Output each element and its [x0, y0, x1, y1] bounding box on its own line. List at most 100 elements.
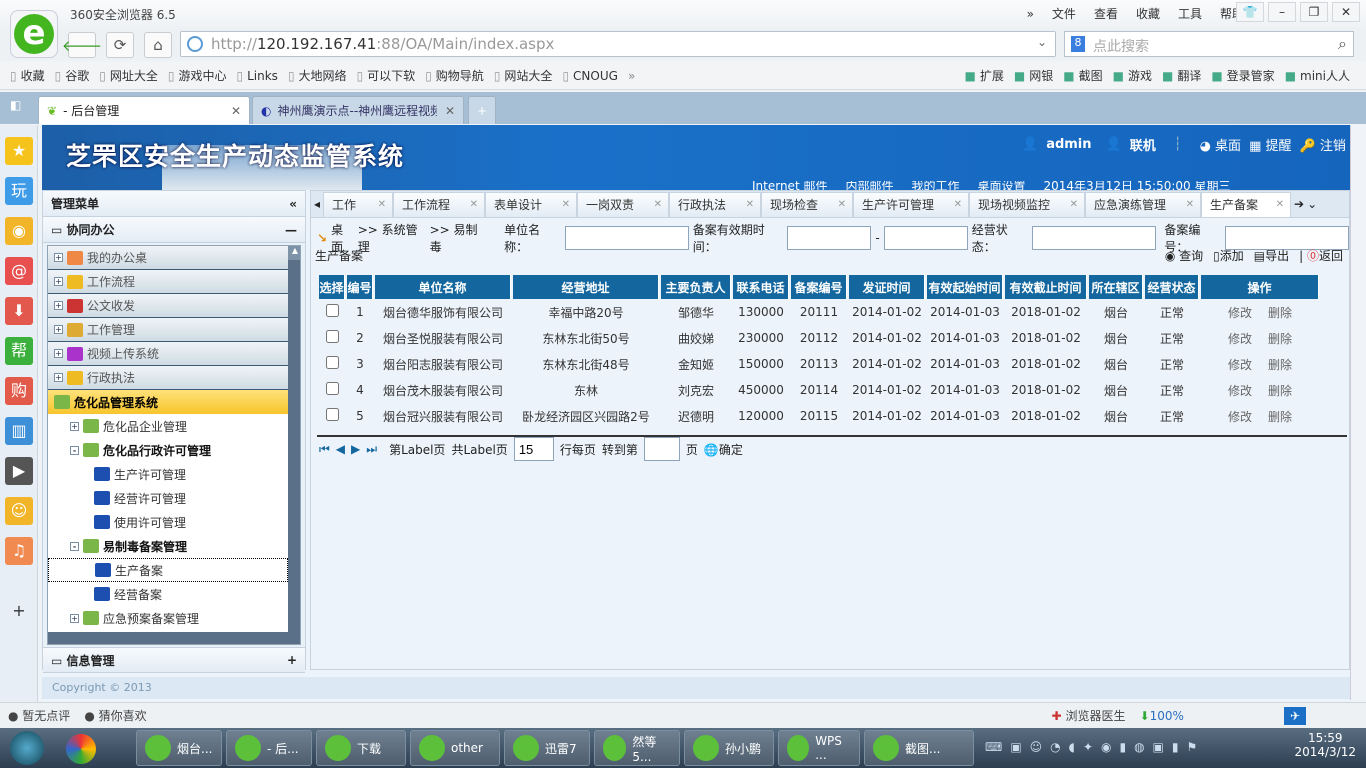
row-checkbox[interactable]: [325, 408, 339, 421]
unit-name-input[interactable]: [564, 226, 689, 250]
book-icon[interactable]: ▥: [5, 417, 33, 445]
expand-icon[interactable]: +: [54, 277, 63, 286]
plus-icon[interactable]: +: [287, 653, 297, 667]
row-checkbox[interactable]: [325, 330, 339, 343]
confirm-button[interactable]: 🌐确定: [704, 441, 743, 458]
tree-item[interactable]: 生产备案: [48, 558, 288, 582]
delete-link[interactable]: 删除: [1268, 358, 1292, 372]
mail-icon[interactable]: @: [5, 257, 33, 285]
page-size-input[interactable]: [513, 437, 554, 461]
menu-item[interactable]: + 工作流程: [48, 270, 288, 294]
close-tab-icon[interactable]: ✕: [445, 104, 455, 118]
quick-link[interactable]: 内部邮件: [845, 181, 893, 190]
extension-item[interactable]: ■ 游戏: [1113, 67, 1152, 84]
expand-icon[interactable]: +: [54, 349, 63, 358]
bookmark-item[interactable]: ▯ 谷歌: [55, 67, 90, 84]
page-tab[interactable]: 行政执法 ✕: [669, 191, 762, 218]
bookmark-item[interactable]: ▯ 购物导航: [425, 67, 484, 84]
page-tab[interactable]: 应急演练管理 ✕: [1085, 191, 1202, 218]
taskbar-item[interactable]: - 后...: [226, 730, 312, 766]
expand-icon[interactable]: -: [70, 445, 79, 455]
back-button[interactable]: 🡐: [62, 32, 102, 58]
menu-item[interactable]: + 工作管理: [48, 318, 288, 342]
menu-group-collab[interactable]: ▭ 协同办公 —: [43, 217, 305, 243]
play-icon[interactable]: 玩: [5, 177, 33, 205]
row-checkbox[interactable]: [325, 304, 339, 317]
close-tab-icon[interactable]: ✕: [746, 199, 754, 210]
tree-item[interactable]: 使用许可管理: [48, 510, 288, 534]
collapse-icon[interactable]: «: [289, 197, 297, 211]
add-button[interactable]: ▯添加: [1213, 247, 1244, 264]
menu-item[interactable]: + 我的办公桌: [48, 246, 288, 270]
zoom-level[interactable]: 100%: [1150, 709, 1184, 723]
page-tab[interactable]: 现场视频监控 ✕: [969, 191, 1086, 218]
clock[interactable]: 15:59 2014/3/12: [1294, 731, 1356, 759]
close-tab-icon[interactable]: ✕: [654, 199, 662, 210]
expand-icon[interactable]: +: [54, 301, 63, 310]
menu-item[interactable]: 查看: [1094, 5, 1118, 22]
delete-link[interactable]: 删除: [1268, 410, 1292, 424]
query-button[interactable]: ◉ 查询: [1165, 247, 1203, 264]
tree-item[interactable]: - 易制毒备案管理: [48, 534, 288, 558]
bookmark-item[interactable]: ▯ 可以下软: [357, 67, 416, 84]
browser-tab-active[interactable]: ❦ - 后台管理 ✕: [38, 96, 250, 124]
video-icon[interactable]: ▶: [5, 457, 33, 485]
delete-link[interactable]: 删除: [1268, 332, 1292, 346]
add-icon[interactable]: +: [5, 597, 33, 625]
close-button[interactable]: ✕: [1332, 2, 1360, 22]
tree-item[interactable]: 危化品管理系统: [48, 390, 288, 414]
close-tab-icon[interactable]: ✕: [562, 199, 570, 210]
quick-link[interactable]: 我的工作: [911, 181, 959, 190]
extension-item[interactable]: ■ 截图: [1063, 67, 1102, 84]
more-bookmarks-icon[interactable]: »: [628, 69, 635, 83]
360-icon[interactable]: [66, 734, 96, 764]
tabs-left-icon[interactable]: ◂: [311, 197, 323, 211]
menu-item[interactable]: 工具: [1178, 5, 1202, 22]
help-icon[interactable]: 帮: [5, 337, 33, 365]
period-end-input[interactable]: [883, 226, 968, 250]
close-tab-icon[interactable]: ✕: [1070, 199, 1078, 210]
menu-group-info[interactable]: ▭ 信息管理 +: [43, 647, 305, 673]
dropdown-icon[interactable]: ⌄: [1037, 35, 1047, 49]
close-tab-icon[interactable]: ✕: [1186, 199, 1194, 210]
page-scrollbar[interactable]: [1350, 125, 1366, 700]
taskbar-item[interactable]: other: [410, 730, 500, 766]
taskbar-item[interactable]: 下载: [316, 730, 406, 766]
page-tab[interactable]: 生产备案 ✕: [1201, 191, 1292, 218]
bookmark-item[interactable]: ▯ 网站大全: [494, 67, 553, 84]
taskbar-item[interactable]: 孙小鹏: [684, 730, 774, 766]
minus-icon[interactable]: —: [285, 223, 297, 237]
guess-like[interactable]: ● 猜你喜欢: [84, 707, 146, 724]
expand-icon[interactable]: +: [54, 253, 63, 262]
pager-nav-icons[interactable]: ⏮◀▶⏭: [319, 442, 383, 457]
row-checkbox[interactable]: [325, 356, 339, 369]
page-tab[interactable]: 现场检查 ✕: [761, 191, 854, 218]
bookmark-item[interactable]: ▯ 游戏中心: [168, 67, 227, 84]
xunlei-icon[interactable]: ✈: [1283, 706, 1306, 725]
page-tab[interactable]: 生产许可管理 ✕: [853, 191, 970, 218]
tabs-right-icon[interactable]: ➔: [1291, 197, 1307, 211]
menu-item[interactable]: 文件: [1052, 5, 1076, 22]
expand-icon[interactable]: +: [54, 325, 63, 334]
tree-vertical-scrollbar[interactable]: ▲: [288, 246, 300, 632]
taskbar-item[interactable]: 然等5...: [594, 730, 680, 766]
taskbar-item[interactable]: 烟台...: [136, 730, 222, 766]
music-icon[interactable]: ♫: [5, 537, 33, 565]
extension-item[interactable]: ■ 翻译: [1162, 67, 1201, 84]
bookmark-item[interactable]: ▯ 网址大全: [99, 67, 158, 84]
system-tray-icons[interactable]: ⌨▣☺◔◖✦◉▮◍▣▮⚑: [985, 740, 1205, 754]
expand-icon[interactable]: -: [70, 541, 79, 551]
close-tab-icon[interactable]: ✕: [1276, 199, 1284, 210]
menu-item[interactable]: + 视频上传系统: [48, 342, 288, 366]
restore-button[interactable]: ❐: [1300, 2, 1328, 22]
edit-link[interactable]: 修改: [1228, 358, 1252, 372]
tree-item[interactable]: + 危化品企业管理: [48, 414, 288, 438]
skin-icon[interactable]: 👕: [1236, 2, 1264, 22]
edit-link[interactable]: 修改: [1228, 384, 1252, 398]
delete-link[interactable]: 删除: [1268, 306, 1292, 320]
logout-link[interactable]: 🔑 注销: [1300, 135, 1346, 154]
export-button[interactable]: ▤导出: [1254, 247, 1289, 264]
menu-item[interactable]: + 行政执法: [48, 366, 288, 390]
close-tab-icon[interactable]: ✕: [838, 199, 846, 210]
extension-item[interactable]: ■ 扩展: [965, 67, 1004, 84]
